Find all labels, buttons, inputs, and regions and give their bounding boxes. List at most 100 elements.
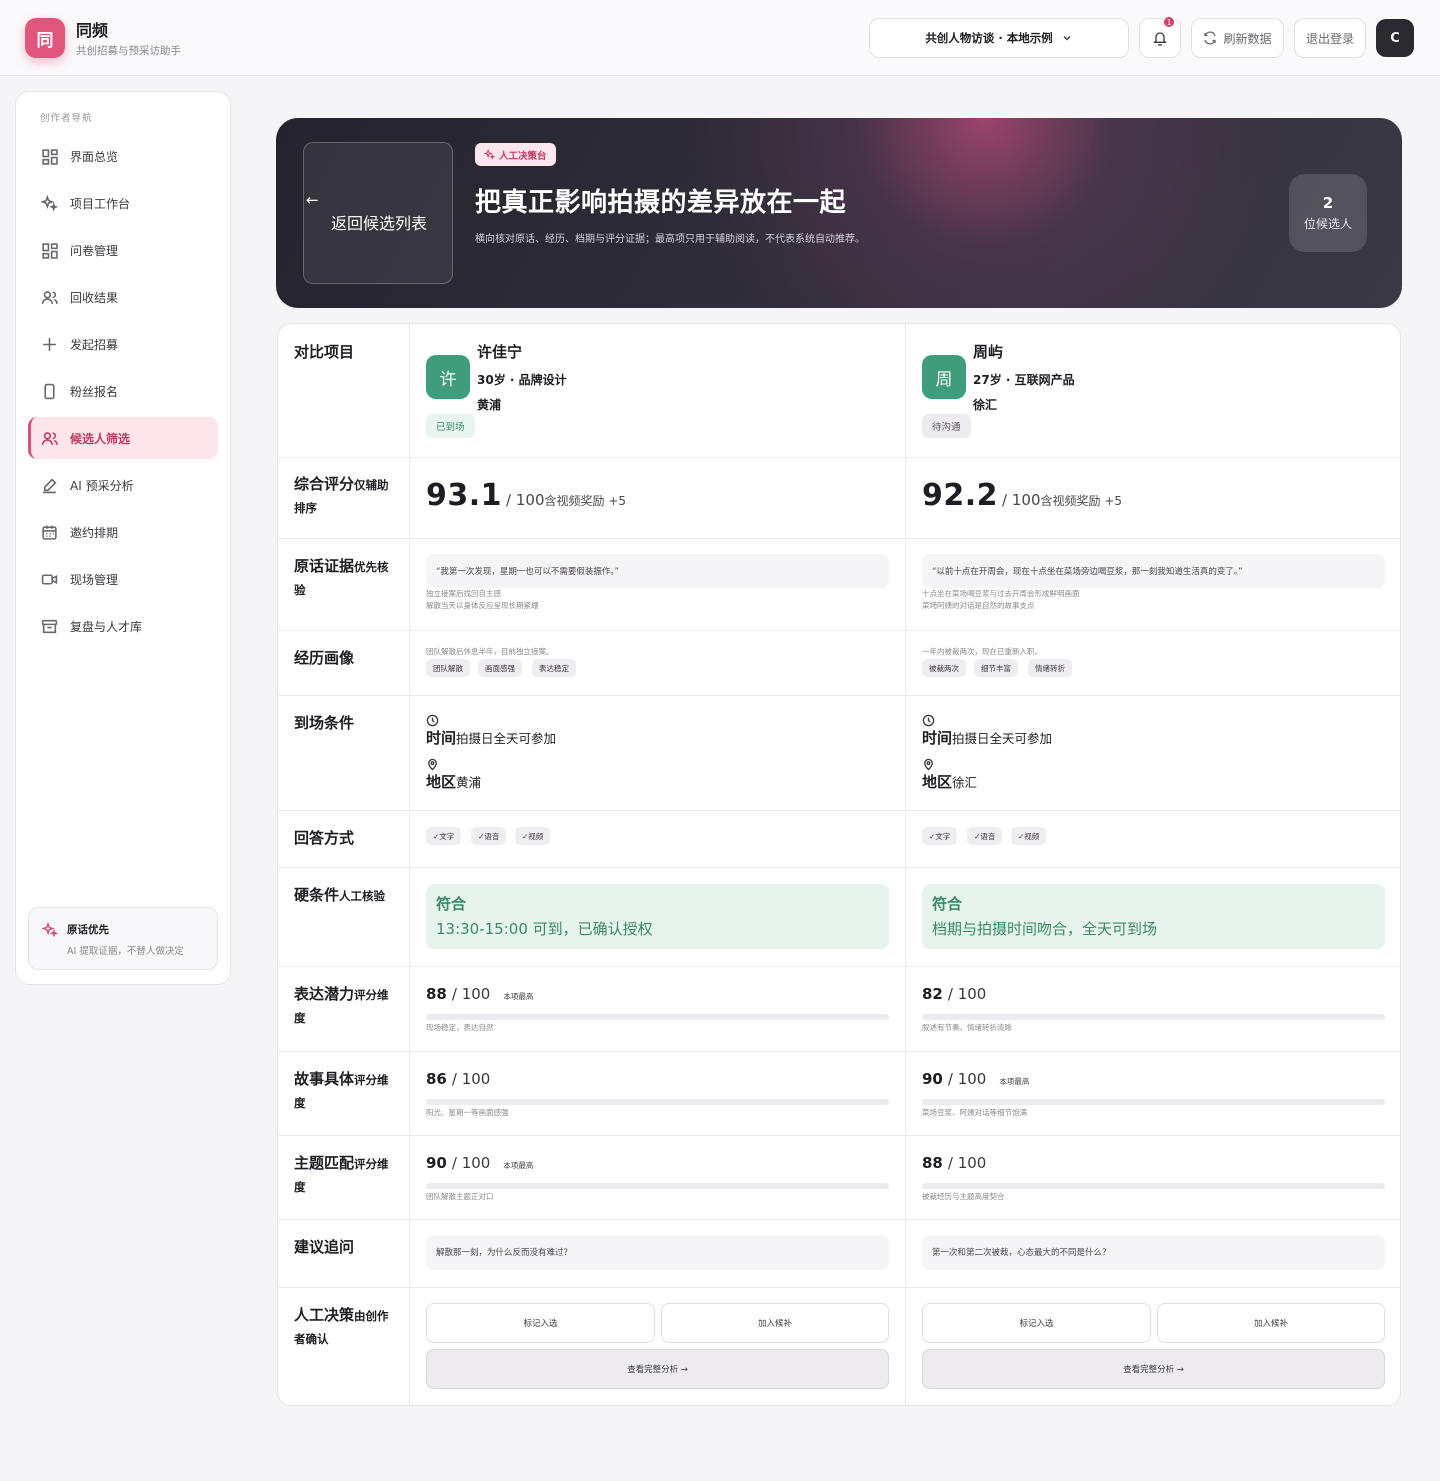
- row-label-answer-mode: 回答方式: [294, 829, 355, 847]
- row-label-project: 对比项目: [294, 343, 355, 361]
- best-score-badge: 本项最高: [503, 1161, 534, 1170]
- sidebar-item-label: 问卷管理: [70, 243, 119, 258]
- dimension-note: 叙述有节奏，情绪转折清晰: [922, 1023, 1012, 1032]
- quote-notes: 独立接案后找回自主感 解散当天以身体反应呈现长期紧绷: [426, 589, 539, 610]
- dimension-bar: [426, 1014, 889, 1020]
- users-icon: [41, 431, 58, 445]
- dimension-score: 88/ 100 本项最高: [426, 985, 534, 1003]
- sidebar-item-label: 邀约排期: [70, 525, 119, 540]
- candidate-total-score: 93.1/ 100 含视频奖励 +5: [426, 478, 626, 513]
- follow-up-question: 第一次和第二次被裁，心态最大的不同是什么？: [922, 1235, 1385, 1270]
- dimension-bar: [922, 1099, 1385, 1105]
- sidebar-item-9[interactable]: 现场管理: [28, 558, 218, 600]
- row-label-quote: 原话证据优先核验: [294, 557, 389, 597]
- video-icon: [41, 573, 58, 585]
- view-full-analysis-button[interactable]: 查看完整分析 →: [922, 1349, 1385, 1389]
- clock-icon: [426, 714, 439, 727]
- sparkle-icon: [41, 194, 58, 212]
- experience-tag: 画面感强: [478, 659, 522, 677]
- bell-icon: [1153, 32, 1167, 46]
- dimension-bar: [426, 1099, 889, 1105]
- candidate-avatar: 许: [426, 355, 470, 399]
- dimension-note: 被裁经历与主题高度契合: [922, 1192, 1005, 1201]
- candidate-name[interactable]: 周屿: [973, 341, 1003, 362]
- mark-selected-button[interactable]: 标记入选: [426, 1303, 655, 1343]
- user-avatar[interactable]: C: [1376, 19, 1414, 57]
- hero-tag-label: 人工决策台: [499, 150, 547, 162]
- sidebar-item-0[interactable]: 界面总览: [28, 135, 218, 177]
- sidebar-item-label: 界面总览: [70, 149, 119, 164]
- experience-tag: 被裁两次: [922, 659, 966, 677]
- sidebar-footer-text: AI 提取证据，不替人做决定: [67, 946, 184, 957]
- experience-note: 团队解散后休息半年，目前独立接案。: [426, 647, 554, 656]
- sidebar-item-2[interactable]: 问卷管理: [28, 229, 218, 271]
- candidate-district: 黄浦: [477, 398, 502, 412]
- sidebar-footer-card: 原话优先 AI 提取证据，不替人做决定: [28, 907, 218, 970]
- answer-mode-chip: ✓语音: [967, 827, 1003, 845]
- dimension-score: 90/ 100 本项最高: [922, 1070, 1030, 1088]
- sidebar-item-label: AI 预采分析: [70, 478, 134, 493]
- pen-icon: [43, 478, 57, 493]
- candidate-count-card: 2 位候选人: [1289, 174, 1367, 252]
- sidebar-item-6[interactable]: 候选人筛选: [28, 417, 218, 459]
- sidebar-footer-title: 原话优先: [67, 924, 109, 936]
- sidebar-item-label: 项目工作台: [70, 196, 131, 211]
- refresh-button[interactable]: 刷新数据: [1191, 18, 1284, 58]
- experience-tag: 团队解散: [426, 659, 470, 677]
- location-pin-icon: [428, 758, 437, 771]
- logout-button[interactable]: 退出登录: [1294, 18, 1366, 58]
- sparkle-icon: [42, 922, 58, 938]
- sidebar-item-label: 发起招募: [70, 337, 119, 352]
- candidate-count-unit: 位候选人: [1303, 217, 1352, 231]
- sidebar-item-8[interactable]: 邀约排期: [28, 511, 218, 553]
- hard-condition-box: 符合 档期与拍摄时间吻合，全天可到场: [922, 884, 1385, 949]
- sidebar-item-7[interactable]: AI 预采分析: [28, 464, 218, 506]
- candidate-status-badge: 待沟通: [922, 414, 971, 438]
- sidebar-item-5[interactable]: 粉丝报名: [28, 370, 218, 412]
- sidebar-item-1[interactable]: 项目工作台: [28, 182, 218, 224]
- row-label-decision: 人工决策由创作者确认: [294, 1306, 389, 1346]
- add-standby-button[interactable]: 加入候补: [1157, 1303, 1385, 1343]
- candidate-name[interactable]: 许佳宁: [477, 341, 522, 362]
- location-pin-icon: [924, 758, 933, 771]
- hero-tag: 人工决策台: [475, 143, 556, 166]
- candidate-quote: “以前十点在开周会，现在十点坐在菜场旁边喝豆浆，那一刻我知道生活真的变了。”: [922, 554, 1385, 588]
- top-bar: 同 同频 共创招募与预采访助手 共创人物访谈 · 本地示例 1 刷新数据 退出登…: [0, 0, 1440, 76]
- refresh-icon: [1204, 31, 1217, 45]
- mark-selected-button[interactable]: 标记入选: [922, 1303, 1151, 1343]
- archive-icon: [41, 619, 58, 633]
- add-standby-button[interactable]: 加入候补: [661, 1303, 889, 1343]
- candidate-status-badge: 已到场: [426, 414, 475, 438]
- dimension-score: 90/ 100 本项最高: [426, 1154, 534, 1172]
- dimension-bar: [426, 1183, 889, 1189]
- hard-condition-box: 符合 13:30-15:00 可到，已确认授权: [426, 884, 889, 949]
- back-to-list-button[interactable]: ← 返回候选列表: [303, 142, 453, 284]
- hero-banner: ← 返回候选列表 人工决策台 把真正影响拍摄的差异放在一起 横向核对原话、经历、…: [276, 118, 1402, 308]
- dimension-score: 82/ 100: [922, 985, 987, 1003]
- attendance-area: 地区黄浦: [426, 773, 482, 791]
- attendance-time: 时间拍摄日全天可参加: [426, 729, 557, 747]
- project-select[interactable]: 共创人物访谈 · 本地示例: [869, 18, 1129, 58]
- candidate-avatar: 周: [922, 355, 966, 399]
- candidate-quote: “我第一次发现，星期一也可以不需要假装振作。”: [426, 554, 889, 588]
- dimension-note: 团队解散主题正对口: [426, 1192, 494, 1201]
- row-label-expression: 表达潜力评分维度: [294, 985, 389, 1025]
- row-label-story: 故事具体评分维度: [294, 1070, 389, 1110]
- sidebar: 创作者导航 界面总览 项目工作台 问卷管理 回收结果 发起招募 粉丝报名 候选人筛选 AI 预…: [15, 91, 231, 985]
- experience-tag: 情绪转折: [1028, 659, 1072, 677]
- dimension-bar: [922, 1014, 1385, 1020]
- candidate-count: 2: [1322, 194, 1334, 212]
- dimension-score: 86/ 100: [426, 1070, 491, 1088]
- notification-button[interactable]: 1: [1139, 15, 1181, 58]
- sidebar-item-3[interactable]: 回收结果: [28, 276, 218, 318]
- candidate-info: 30岁 · 品牌设计: [477, 373, 567, 387]
- back-to-list-label: 返回候选列表: [330, 214, 427, 233]
- sidebar-item-label: 复盘与人才库: [70, 619, 143, 634]
- sidebar-item-10[interactable]: 复盘与人才库: [28, 605, 218, 647]
- sidebar-item-4[interactable]: 发起招募: [28, 323, 218, 365]
- app-logo[interactable]: 同: [25, 18, 65, 58]
- dimension-note: 现场稳定，表达自然: [426, 1023, 494, 1032]
- answer-mode-chip: ✓语音: [471, 827, 507, 845]
- view-full-analysis-button[interactable]: 查看完整分析 →: [426, 1349, 889, 1389]
- sparkle-icon: [484, 149, 495, 160]
